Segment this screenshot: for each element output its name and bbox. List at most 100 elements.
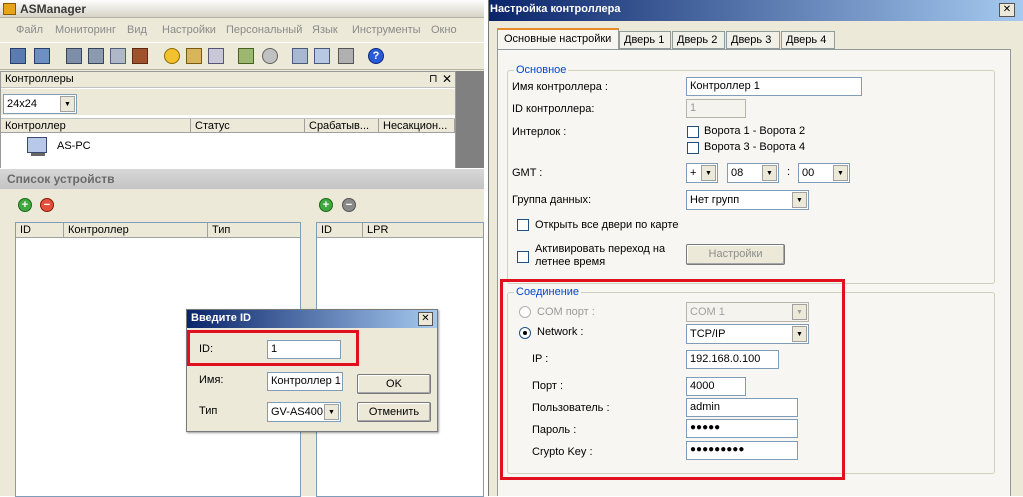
help-icon[interactable]: ? — [368, 48, 384, 64]
menu-tools[interactable]: Инструменты — [352, 24, 421, 36]
tab-door-3[interactable]: Дверь 3 — [726, 31, 780, 49]
devices-panel-header: Список устройств — [0, 169, 484, 189]
toolbar: ? — [0, 42, 484, 70]
user-icon[interactable] — [186, 48, 202, 64]
chevron-down-icon: ▼ — [833, 165, 848, 181]
door-icon[interactable] — [132, 48, 148, 64]
close-icon[interactable]: ✕ — [999, 3, 1015, 17]
settings-title-bar: Настройка контроллера ✕ — [489, 0, 1023, 21]
users-icon[interactable] — [238, 48, 254, 64]
menu-settings[interactable]: Настройки — [162, 24, 216, 36]
col-status[interactable]: Статус — [191, 119, 305, 133]
col-triggered[interactable]: Срабатыв... — [305, 119, 379, 133]
gmt-hours-select[interactable]: 08 ▼ — [727, 163, 779, 183]
ok-button[interactable]: OK — [357, 374, 431, 394]
remove-device-icon[interactable]: − — [40, 198, 54, 212]
menu-view[interactable]: Вид — [127, 24, 147, 36]
controllers-panel-title: Контроллеры — [5, 73, 74, 85]
col-type[interactable]: Тип — [208, 223, 300, 237]
search-icon[interactable] — [262, 48, 278, 64]
col-id[interactable]: ID — [16, 223, 64, 237]
menu-monitoring[interactable]: Мониторинг — [55, 24, 116, 36]
interlock-1-2-label: Ворота 1 - Ворота 2 — [704, 125, 806, 137]
card-icon[interactable] — [314, 48, 330, 64]
type-label: Тип — [199, 405, 218, 417]
computer-icon — [27, 137, 47, 153]
print-icon[interactable] — [292, 48, 308, 64]
cancel-button[interactable]: Отменить — [357, 402, 431, 422]
view-size-select[interactable]: 24x24 ▼ — [3, 94, 77, 114]
tab-door-1[interactable]: Дверь 1 — [619, 31, 671, 49]
interlock-3-4-checkbox[interactable] — [687, 142, 699, 154]
remove-lpr-icon[interactable]: − — [342, 198, 356, 212]
basic-group-title: Основное — [514, 64, 569, 76]
col-unauthorized[interactable]: Несакцион... — [379, 119, 455, 133]
network-icon[interactable] — [88, 48, 104, 64]
name-input[interactable]: Контроллер 1 — [267, 372, 343, 391]
menu-bar: Файл Мониторинг Вид Настройки Персональн… — [0, 19, 484, 41]
chevron-down-icon: ▼ — [701, 165, 716, 181]
summer-time-checkbox[interactable] — [517, 251, 529, 263]
open-doors-label: Открыть все двери по карте — [535, 219, 679, 231]
tab-door-4[interactable]: Дверь 4 — [781, 31, 835, 49]
pin-icon[interactable]: ⊓ — [429, 72, 438, 85]
chevron-down-icon: ▼ — [792, 192, 807, 208]
type-select[interactable]: GV-AS400 ▼ — [267, 402, 341, 422]
tab-basic[interactable]: Основные настройки — [497, 28, 619, 50]
list-item[interactable]: AS-PC — [27, 136, 147, 158]
menu-window[interactable]: Окно — [431, 24, 457, 36]
close-icon[interactable]: ✕ — [442, 72, 452, 86]
controller-name-label: Имя контроллера : — [512, 81, 608, 93]
controllers-panel: Контроллеры ⊓ ✕ 24x24 ▼ Контроллер Стату… — [0, 71, 456, 171]
app-title: ASManager — [20, 2, 87, 16]
name-label: Имя: — [199, 374, 224, 386]
controller-settings-window: Настройка контроллера ✕ Основные настрой… — [488, 0, 1023, 496]
chevron-down-icon: ▼ — [324, 404, 339, 420]
controller-id-input[interactable]: 1 — [686, 99, 746, 118]
computer-stand — [31, 153, 45, 156]
controller-icon[interactable] — [66, 48, 82, 64]
list-icon[interactable] — [110, 48, 126, 64]
connection-highlight-box — [500, 279, 845, 480]
controller-name: AS-PC — [57, 140, 91, 152]
col-id[interactable]: ID — [317, 223, 363, 237]
camera-icon[interactable] — [338, 48, 354, 64]
controller-name-input[interactable]: Контроллер 1 — [686, 77, 862, 96]
dst-settings-button[interactable]: Настройки — [686, 244, 785, 265]
tab-door-2[interactable]: Дверь 2 — [672, 31, 725, 49]
col-lpr[interactable]: LPR — [363, 223, 483, 237]
col-controller[interactable]: Контроллер — [64, 223, 208, 237]
interlock-label: Интерлок : — [512, 126, 567, 138]
data-group-label: Группа данных: — [512, 194, 592, 206]
alert-icon[interactable] — [164, 48, 180, 64]
report-icon[interactable] — [208, 48, 224, 64]
add-device-icon[interactable]: + — [18, 198, 32, 212]
enter-id-dialog: Введите ID ✕ ID: 1 Имя: Контроллер 1 Тип… — [186, 309, 438, 432]
logout-icon[interactable] — [34, 48, 50, 64]
data-group-select[interactable]: Нет групп ▼ — [686, 190, 809, 210]
app-icon — [3, 3, 16, 15]
controllers-table-header: Контроллер Статус Срабатыв... Несакцион.… — [1, 118, 455, 133]
col-controller[interactable]: Контроллер — [1, 119, 191, 133]
devices-list-header: ID Контроллер Тип — [16, 223, 300, 238]
login-icon[interactable] — [10, 48, 26, 64]
main-title-bar: ASManager — [0, 0, 484, 18]
close-icon[interactable]: ✕ — [418, 312, 433, 326]
add-lpr-icon[interactable]: + — [319, 198, 333, 212]
menu-personal[interactable]: Персональный — [226, 24, 302, 36]
open-doors-checkbox[interactable] — [517, 219, 529, 231]
controller-id-label: ID контроллера: — [512, 103, 595, 115]
lpr-list-header: ID LPR — [317, 223, 483, 238]
gmt-separator: : — [787, 166, 791, 178]
enter-id-title-bar: Введите ID ✕ — [187, 310, 437, 328]
gmt-sign-select[interactable]: + ▼ — [686, 163, 718, 183]
settings-title: Настройка контроллера — [490, 3, 621, 15]
menu-file[interactable]: Файл — [16, 24, 43, 36]
gmt-minutes-select[interactable]: 00 ▼ — [798, 163, 850, 183]
interlock-1-2-checkbox[interactable] — [687, 126, 699, 138]
interlock-3-4-label: Ворота 3 - Ворота 4 — [704, 141, 806, 153]
summer-time-label: Активировать переход на летнее время — [535, 243, 666, 268]
menu-language[interactable]: Язык — [312, 24, 338, 36]
enter-id-title: Введите ID — [191, 312, 251, 324]
asmanager-window: ASManager Файл Мониторинг Вид Настройки … — [0, 0, 484, 497]
